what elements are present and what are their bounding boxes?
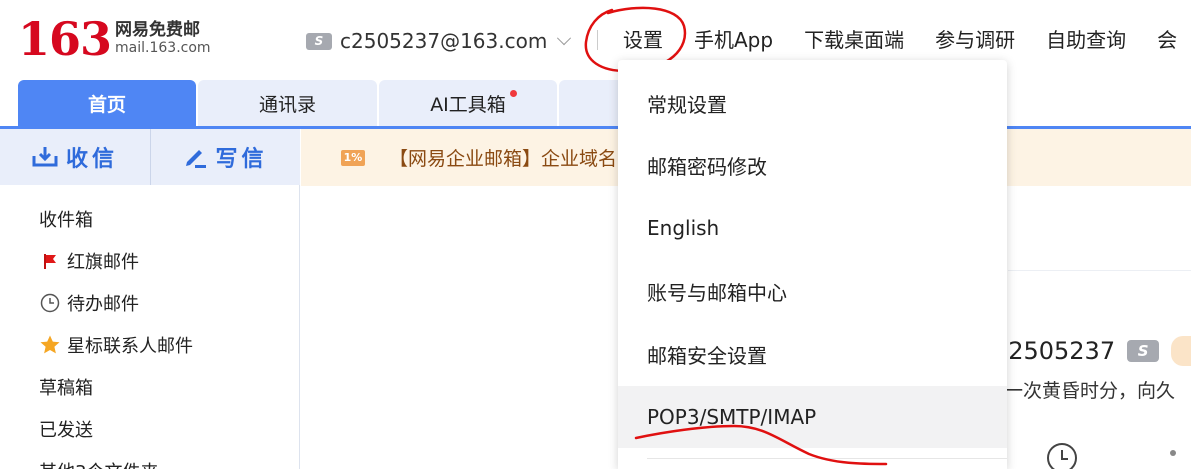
more-dot [1170,450,1176,456]
logo-domain: mail.163.com [115,40,211,56]
menu-change-password[interactable]: 邮箱密码修改 [618,134,1007,196]
user-id: c2505237 [995,337,1116,365]
tab-ai-toolbox[interactable]: AI工具箱 [379,80,557,127]
folder-sent[interactable]: 已发送 [0,408,300,450]
main-tabs: 首页 通讯录 AI工具箱 [18,80,661,127]
folder-red-flag[interactable]: 红旗邮件 [0,240,300,282]
receive-button[interactable]: 收信 [0,129,150,185]
promo-icon: 1% [341,149,365,166]
menu-general-settings[interactable]: 常规设置 [618,72,1007,134]
notification-dot [510,90,517,97]
folder-more[interactable]: 其他3个文件夹 [0,450,300,469]
red-flag-icon [39,250,61,272]
logo-number: 163 [18,12,112,66]
tab-home[interactable]: 首页 [18,80,196,127]
nav-download-desktop[interactable]: 下载桌面端 [804,25,904,55]
nav-mobile-app[interactable]: 手机App [694,25,773,55]
user-level-badge: S [1127,340,1160,362]
folder-list: 收件箱 红旗邮件 待办邮件 星标联系人邮件 草稿箱 已发送 其他3个文 [0,198,300,469]
account-email: c2505237@163.com [340,29,548,53]
tab-contacts[interactable]: 通讯录 [198,80,377,127]
folder-drafts[interactable]: 草稿箱 [0,366,300,408]
sidebar: 收信 写信 收件箱 红旗邮件 待办邮件 星标联系人邮件 草稿箱 已发送 [0,129,300,469]
menu-english[interactable]: English [618,197,1007,259]
inbox-download-icon [32,147,58,167]
settings-dropdown: 常规设置 邮箱密码修改 English 账号与邮箱中心 邮箱安全设置 POP3/… [618,60,1007,469]
account-switcher[interactable]: S c2505237@163.com [306,27,572,55]
account-level-badge: S [306,32,332,50]
logo-name: 网易免费邮 [115,20,201,40]
nav-self-service[interactable]: 自助查询 [1046,25,1126,55]
content-divider [1008,270,1191,271]
clock-icon [39,292,61,314]
vip-tag[interactable] [1171,336,1191,366]
pencil-icon [186,150,207,168]
user-card: c2505237 S [995,336,1191,366]
top-nav: 设置 手机App 下载桌面端 参与调研 自助查询 会 [623,25,1191,55]
nav-member[interactable]: 会 [1157,25,1177,55]
logo[interactable]: 163 网易免费邮 mail.163.com [18,16,211,62]
folder-inbox[interactable]: 收件箱 [0,198,300,240]
write-button[interactable]: 写信 [150,129,300,185]
folder-starred-contacts[interactable]: 星标联系人邮件 [0,324,300,366]
chevron-down-icon [557,31,572,46]
nav-survey[interactable]: 参与调研 [935,25,1015,55]
menu-security-settings[interactable]: 邮箱安全设置 [618,323,1007,385]
annotation-underline [634,424,888,466]
clock-icon[interactable] [1046,442,1078,469]
star-icon [39,334,61,356]
menu-account-center[interactable]: 账号与邮箱中心 [618,260,1007,322]
folder-todo[interactable]: 待办邮件 [0,282,300,324]
greeting-text: 每一次黄昏时分，向久 [985,380,1176,402]
compose-bar: 收信 写信 [0,129,300,185]
promo-text: 【网易企业邮箱】企业域名 [389,148,618,170]
